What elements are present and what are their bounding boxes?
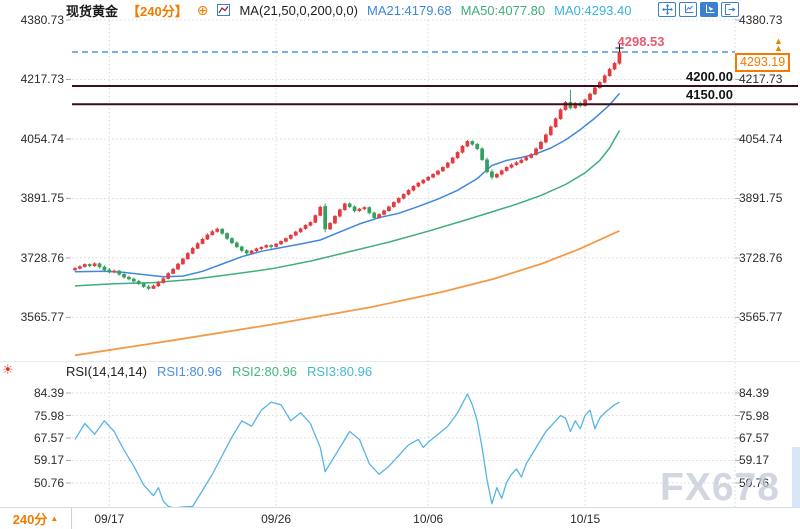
date-axis-label: 09/17 (85, 512, 133, 526)
ma0-value: MA0:4293.40 (554, 3, 631, 18)
price-axis-label-left: 4217.73 (2, 72, 64, 86)
price-axis-label-left: 4380.73 (2, 13, 64, 27)
ma-settings-label: MA(21,50,0,200,0,0) (239, 3, 358, 18)
chart-legend: 现货黄金 【240分】 ⊕ MA(21,50,0,200,0,0) MA21:4… (66, 1, 631, 19)
circle-plus-icon[interactable]: ⊕ (197, 2, 209, 19)
price-axis-label-left: 4054.74 (2, 132, 64, 146)
rsi-legend: RSI(14,14,14) RSI1:80.96 RSI2:80.96 RSI3… (66, 363, 372, 379)
price-axis-label-right: 4380.73 (739, 13, 797, 27)
pointer-tool-button[interactable] (700, 2, 718, 17)
timeframe-selector[interactable]: 240分 ▲ (0, 508, 72, 529)
price-level-label: 4200.00 (610, 70, 733, 84)
rsi-axis-label-left: 59.17 (2, 453, 64, 467)
bottom-axis-bar: 240分 ▲ 09/17 09/26 10/06 10/15 (0, 507, 800, 529)
price-up-arrows-icon: ▲▲ (774, 38, 783, 51)
price-axis-label-right: 3565.77 (739, 310, 797, 324)
pan-icon (662, 4, 673, 15)
date-axis-label: 10/06 (404, 512, 452, 526)
rsi-axis-label-right: 59.17 (739, 453, 797, 467)
chart-app-window: 现货黄金 【240分】 ⊕ MA(21,50,0,200,0,0) MA21:4… (0, 0, 800, 529)
rsi1-value: RSI1:80.96 (157, 364, 222, 379)
timeframe-selector-label: 240分 (13, 509, 48, 528)
timeframe-up-arrow-icon: ▲ (50, 515, 58, 523)
price-axis-label-right: 3728.76 (739, 251, 797, 265)
date-axis-label: 09/26 (252, 512, 300, 526)
rsi-axis-label-left: 50.76 (2, 476, 64, 490)
timeframe-label: 【240分】 (127, 1, 188, 20)
price-axis-label-right: 4217.73 (739, 72, 797, 86)
symbol-name: 现货黄金 (66, 1, 118, 20)
line-chart-icon[interactable] (217, 4, 230, 16)
ma21-value: MA21:4179.68 (367, 3, 452, 18)
rsi-axis-label-right: 84.39 (739, 386, 797, 400)
price-axis-label-right: 3891.75 (739, 191, 797, 205)
ma50-value: MA50:4077.80 (461, 3, 546, 18)
price-axis-label-left: 3728.76 (2, 251, 64, 265)
session-high-label: 4298.53 (606, 34, 676, 49)
rsi-axis-label-right: 75.98 (739, 409, 797, 423)
price-axis-label-right: 4054.74 (739, 132, 797, 146)
current-price-badge: 4293.19 (735, 53, 790, 72)
rsi-axis-label-right: 67.57 (739, 431, 797, 445)
axis-scale-icon (683, 4, 694, 15)
pan-tool-button[interactable] (658, 2, 676, 17)
rsi-settings-label: RSI(14,14,14) (66, 364, 147, 379)
price-axis-label-left: 3565.77 (2, 310, 64, 324)
price-axis-label-left: 3891.75 (2, 191, 64, 205)
indicator-settings-icon[interactable]: ☀ (2, 362, 14, 377)
rsi-axis-label-left: 84.39 (2, 386, 64, 400)
rsi3-value: RSI3:80.96 (307, 364, 372, 379)
date-axis-label: 10/15 (561, 512, 609, 526)
detach-tool-button[interactable] (721, 2, 739, 17)
axis-scale-tool-button[interactable] (679, 2, 697, 17)
rsi-axis-label-left: 67.57 (2, 431, 64, 445)
rsi-axis-label-left: 75.98 (2, 409, 64, 423)
detach-icon (724, 4, 736, 15)
rsi-axis-label-right: 50.76 (739, 476, 797, 490)
pointer-icon (704, 4, 715, 15)
price-level-label: 4150.00 (610, 88, 733, 102)
chart-toolbar (658, 2, 739, 17)
rsi2-value: RSI2:80.96 (232, 364, 297, 379)
